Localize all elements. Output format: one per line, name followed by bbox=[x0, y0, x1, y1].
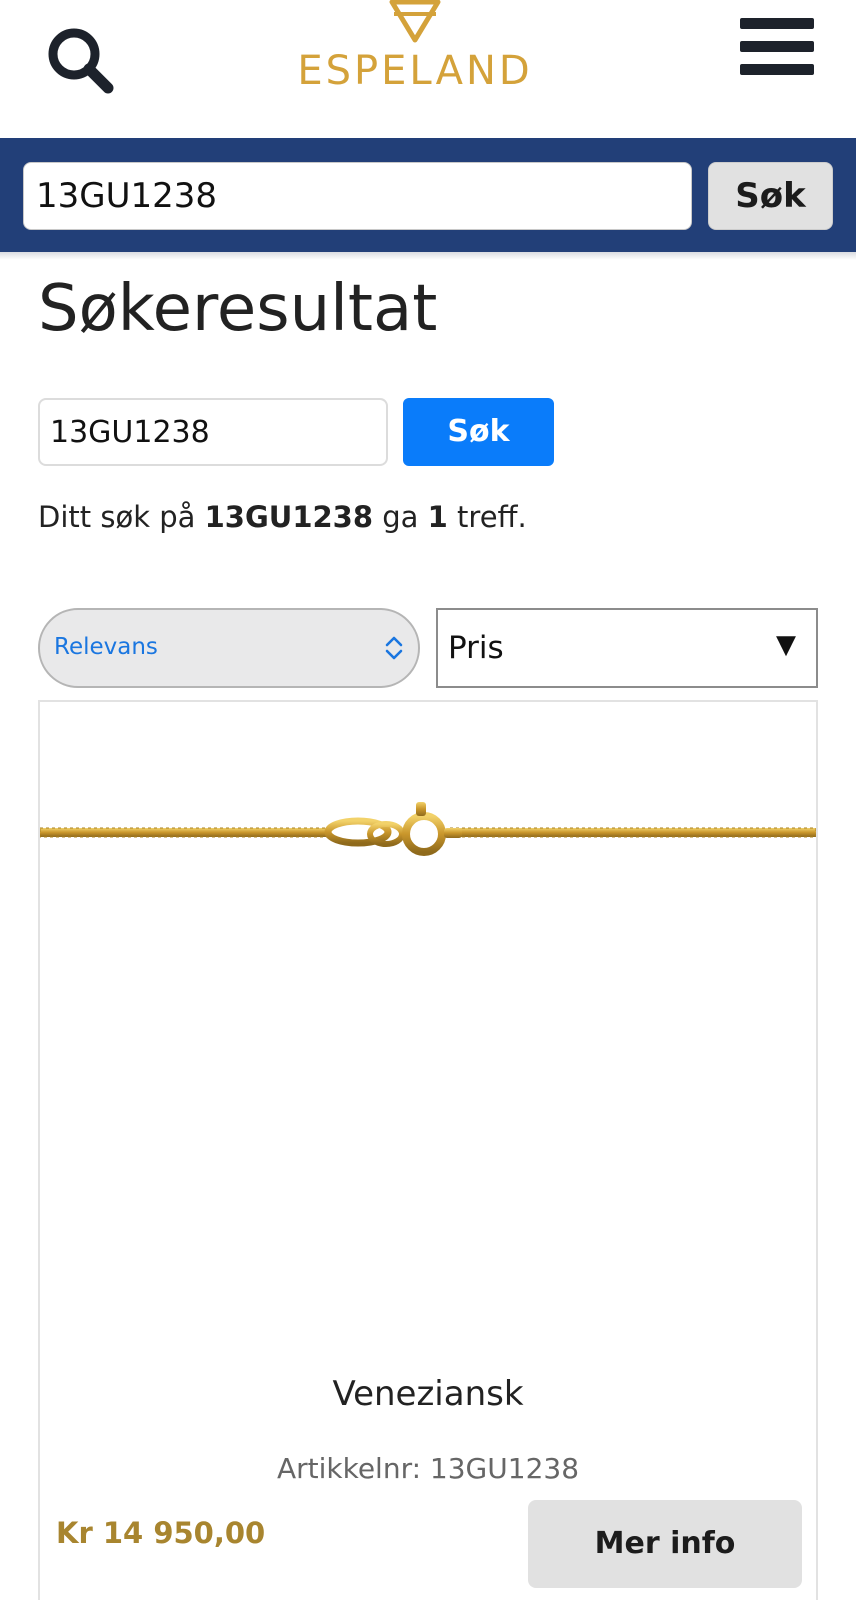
search-bar-shadow bbox=[0, 252, 856, 260]
result-count: 1 bbox=[427, 500, 448, 534]
up-down-chevron-icon bbox=[385, 636, 403, 660]
search-button[interactable]: Søk bbox=[403, 398, 554, 466]
espeland-logo[interactable]: ESPELAND bbox=[290, 0, 540, 110]
search-input[interactable] bbox=[38, 398, 388, 466]
top-search-input[interactable] bbox=[23, 162, 692, 230]
result-middle: ga bbox=[373, 500, 428, 534]
logo-wordmark: ESPELAND bbox=[297, 48, 533, 94]
result-query: 13GU1238 bbox=[204, 500, 374, 534]
result-summary: Ditt søk på 13GU1238 ga 1 treff. bbox=[38, 500, 527, 534]
product-price: Kr 14 950,00 bbox=[56, 1516, 266, 1550]
sort-select[interactable]: Relevans bbox=[38, 608, 420, 688]
site-header: ESPELAND bbox=[0, 0, 856, 138]
page-title: Søkeresultat bbox=[38, 272, 438, 346]
gold-chain-necklace-image[interactable] bbox=[40, 782, 816, 872]
top-search-button[interactable]: Søk bbox=[708, 162, 833, 230]
more-info-button[interactable]: Mer info bbox=[528, 1500, 802, 1588]
diamond-icon bbox=[389, 0, 441, 43]
search-icon[interactable] bbox=[44, 24, 116, 96]
result-suffix: treff. bbox=[447, 500, 527, 534]
price-select[interactable]: Pris ▼ bbox=[436, 608, 818, 688]
product-sku: Artikkelnr: 13GU1238 bbox=[276, 1452, 580, 1485]
result-prefix: Ditt søk på bbox=[38, 500, 205, 534]
price-selected-label: Pris bbox=[448, 630, 504, 666]
hamburger-menu-icon[interactable] bbox=[740, 18, 818, 86]
product-name[interactable]: Veneziansk bbox=[40, 1374, 816, 1414]
product-card[interactable]: Veneziansk Artikkelnr: 13GU1238 Kr 14 95… bbox=[38, 700, 818, 1600]
dropdown-arrow-icon: ▼ bbox=[776, 630, 796, 660]
sort-selected-label: Relevans bbox=[54, 634, 158, 660]
